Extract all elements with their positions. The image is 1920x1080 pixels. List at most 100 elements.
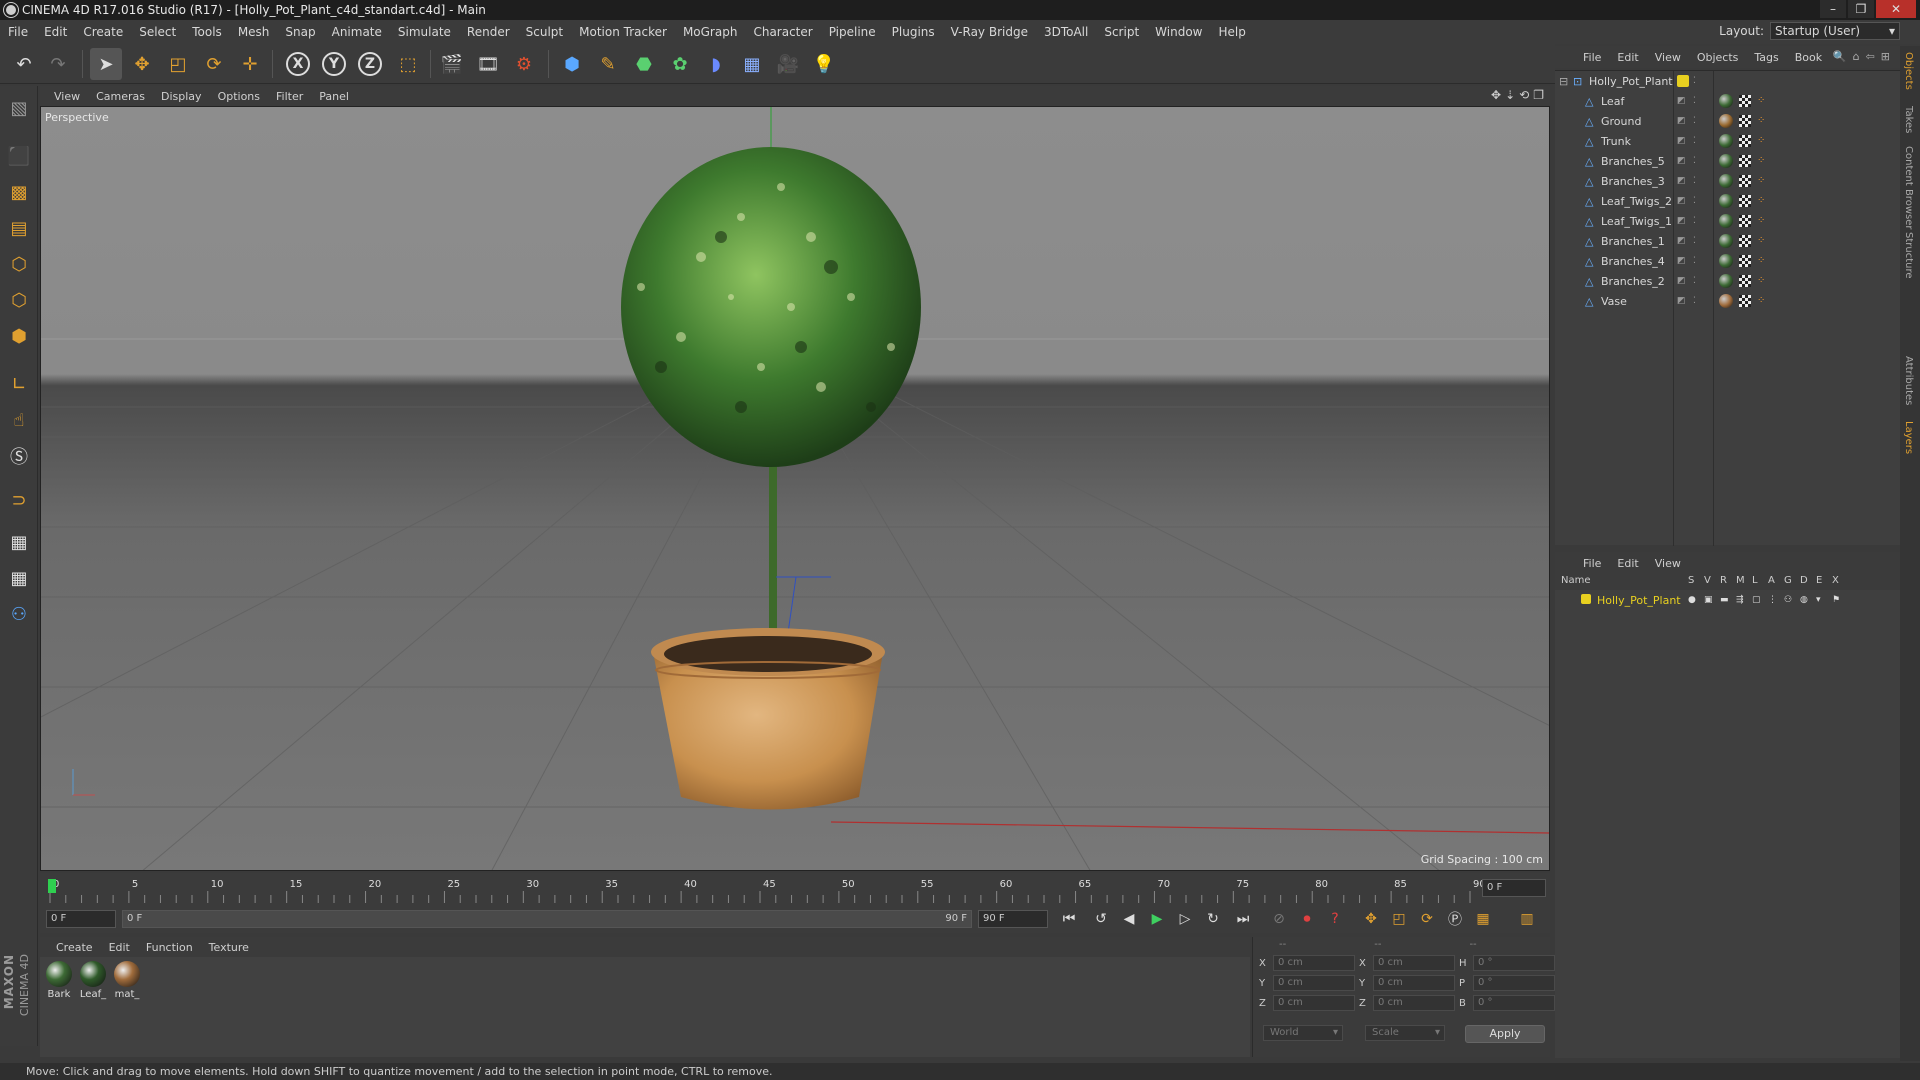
render-settings-icon[interactable]: ⚙ [508, 48, 540, 80]
next-key-icon[interactable]: ↻ [1200, 908, 1226, 930]
layer-toggle-icon[interactable]: ● [1688, 594, 1698, 606]
edit-toggle-icon[interactable]: ◩ [1677, 275, 1687, 287]
texture-tag-icon[interactable] [1739, 215, 1751, 227]
object-menu-book[interactable]: Book [1787, 51, 1830, 64]
cube-primitive-icon[interactable]: ⬢ [556, 48, 588, 80]
menu-simulate[interactable]: Simulate [390, 25, 459, 39]
texture-tag-icon[interactable] [1739, 275, 1751, 287]
viewport-menu-cameras[interactable]: Cameras [88, 90, 153, 103]
material-tag-icon[interactable] [1719, 114, 1733, 128]
object-menu-edit[interactable]: Edit [1609, 51, 1646, 64]
home-icon[interactable]: ⌂ [1853, 50, 1860, 63]
visibility-dots-icon[interactable]: ⁚ [1693, 155, 1703, 167]
back-icon[interactable]: ⇦ [1866, 50, 1875, 63]
edit-toggle-icon[interactable]: ◩ [1677, 175, 1687, 187]
tweak-mode-icon[interactable]: ☝ [3, 404, 35, 436]
layout-dropdown[interactable]: Startup (User) ▾ [1770, 22, 1900, 40]
menu-tools[interactable]: Tools [184, 25, 230, 39]
coord-rotation-field[interactable]: 0 ° [1473, 975, 1555, 991]
viewport-menu-filter[interactable]: Filter [268, 90, 311, 103]
menu-snap[interactable]: Snap [277, 25, 323, 39]
scale-mode-dropdown[interactable]: Scale ▾ [1365, 1025, 1445, 1041]
end-frame-field[interactable]: 90 F [978, 910, 1048, 928]
redo-button[interactable]: ↷ [42, 48, 74, 80]
material-tag-icon[interactable] [1719, 94, 1733, 108]
phong-tag-icon[interactable]: ⁘ [1757, 115, 1767, 127]
coord-rotation-field[interactable]: 0 ° [1473, 995, 1555, 1011]
edit-toggle-icon[interactable]: ◩ [1677, 215, 1687, 227]
axis-mode-icon[interactable]: ∟ [3, 368, 35, 400]
menu-render[interactable]: Render [459, 25, 518, 39]
magnet-icon[interactable]: ⊃ [3, 484, 35, 516]
python-icon[interactable]: ⚇ [3, 598, 35, 630]
scale-tool-icon[interactable]: ◰ [162, 48, 194, 80]
menu-v-ray-bridge[interactable]: V-Ray Bridge [943, 25, 1036, 39]
phong-tag-icon[interactable]: ⁘ [1757, 255, 1767, 267]
menu-plugins[interactable]: Plugins [884, 25, 943, 39]
go-to-start-icon[interactable]: ⏮ [1056, 908, 1082, 930]
transform-tool-icon[interactable]: ✛ [234, 48, 266, 80]
material-menu-function[interactable]: Function [138, 941, 201, 954]
texture-tag-icon[interactable] [1739, 95, 1751, 107]
record-keys-icon[interactable]: ⊘ [1266, 908, 1292, 930]
visibility-dots-icon[interactable]: ⁚ [1693, 95, 1703, 107]
autokey-icon[interactable]: ⏺ [1294, 908, 1320, 930]
menu-sculpt[interactable]: Sculpt [518, 25, 571, 39]
phong-tag-icon[interactable]: ⁘ [1757, 275, 1767, 287]
workplane-icon[interactable]: ▤ [3, 212, 35, 244]
coord-rotation-field[interactable]: 0 ° [1473, 955, 1555, 971]
object-menu-file[interactable]: File [1575, 51, 1609, 64]
maximize-button[interactable]: ❐ [1848, 0, 1874, 18]
axis-z-button[interactable]: Z [354, 48, 386, 80]
minimize-button[interactable]: – [1820, 0, 1846, 18]
coord-size-field[interactable]: 0 cm [1373, 955, 1455, 971]
render-view-icon[interactable]: 🎬 [436, 48, 468, 80]
side-tab-structure[interactable]: Structure [1903, 232, 1914, 279]
object-row[interactable]: △ Branches_1 ◩ ⁘ ⁚ [1555, 231, 1900, 251]
timeline-menu-icon[interactable]: ▥ [1514, 908, 1540, 930]
key-scale-icon[interactable]: ◰ [1386, 908, 1412, 930]
keyframe-selection-icon[interactable]: ? [1322, 908, 1348, 930]
object-row[interactable]: △ Vase ◩ ⁘ ⁚ [1555, 291, 1900, 311]
phong-tag-icon[interactable]: ⁘ [1757, 175, 1767, 187]
layer-menu-view[interactable]: View [1647, 557, 1689, 570]
layer-toggle-icon[interactable]: ⚇ [1784, 594, 1794, 606]
coordinate-system-icon[interactable]: ⬚ [392, 48, 424, 80]
texture-tag-icon[interactable] [1739, 155, 1751, 167]
light-icon[interactable]: 💡 [808, 48, 840, 80]
menu-animate[interactable]: Animate [324, 25, 390, 39]
material-tag-icon[interactable] [1719, 134, 1733, 148]
live-selection-icon[interactable]: ➤ [90, 48, 122, 80]
object-root[interactable]: ⊡ Holly_Pot_Plant ⊟ ⁚ [1555, 71, 1900, 91]
material-swatch[interactable]: Bark [44, 961, 74, 1000]
frame-range-slider[interactable]: 0 F 90 F [122, 910, 972, 928]
material-tag-icon[interactable] [1719, 294, 1733, 308]
side-tab-content-browser[interactable]: Content Browser [1903, 146, 1914, 229]
perspective-viewport[interactable]: Perspective Grid Spacing : 100 cm [40, 106, 1550, 871]
visibility-dots-icon[interactable]: ⁚ [1693, 235, 1703, 247]
visibility-dots-icon[interactable]: ⁚ [1693, 295, 1703, 307]
menu-select[interactable]: Select [131, 25, 184, 39]
menu-window[interactable]: Window [1147, 25, 1210, 39]
go-to-end-icon[interactable]: ⏭ [1230, 908, 1256, 930]
edit-toggle-icon[interactable]: ◩ [1677, 195, 1687, 207]
next-frame-icon[interactable]: ▷ [1172, 908, 1198, 930]
phong-tag-icon[interactable]: ⁘ [1757, 155, 1767, 167]
material-swatch[interactable]: Leaf_ [78, 961, 108, 1000]
layer-menu-file[interactable]: File [1575, 557, 1609, 570]
key-param-icon[interactable]: Ⓟ [1442, 908, 1468, 930]
side-tab-attributes[interactable]: Attributes [1903, 356, 1914, 405]
previous-key-icon[interactable]: ↺ [1088, 908, 1114, 930]
coord-size-field[interactable]: 0 cm [1373, 975, 1455, 991]
undo-button[interactable]: ↶ [8, 48, 40, 80]
material-tag-icon[interactable] [1719, 274, 1733, 288]
key-rotation-icon[interactable]: ⟳ [1414, 908, 1440, 930]
menu-motion-tracker[interactable]: Motion Tracker [571, 25, 675, 39]
viewport-menu-display[interactable]: Display [153, 90, 210, 103]
layer-toggle-icon[interactable]: ▬ [1720, 594, 1730, 606]
menu-mesh[interactable]: Mesh [230, 25, 278, 39]
visibility-dots-icon[interactable]: ⁚ [1693, 255, 1703, 267]
object-row[interactable]: △ Trunk ◩ ⁘ ⁚ [1555, 131, 1900, 151]
apply-button[interactable]: Apply [1465, 1025, 1545, 1043]
key-pla-icon[interactable]: ▦ [1470, 908, 1496, 930]
